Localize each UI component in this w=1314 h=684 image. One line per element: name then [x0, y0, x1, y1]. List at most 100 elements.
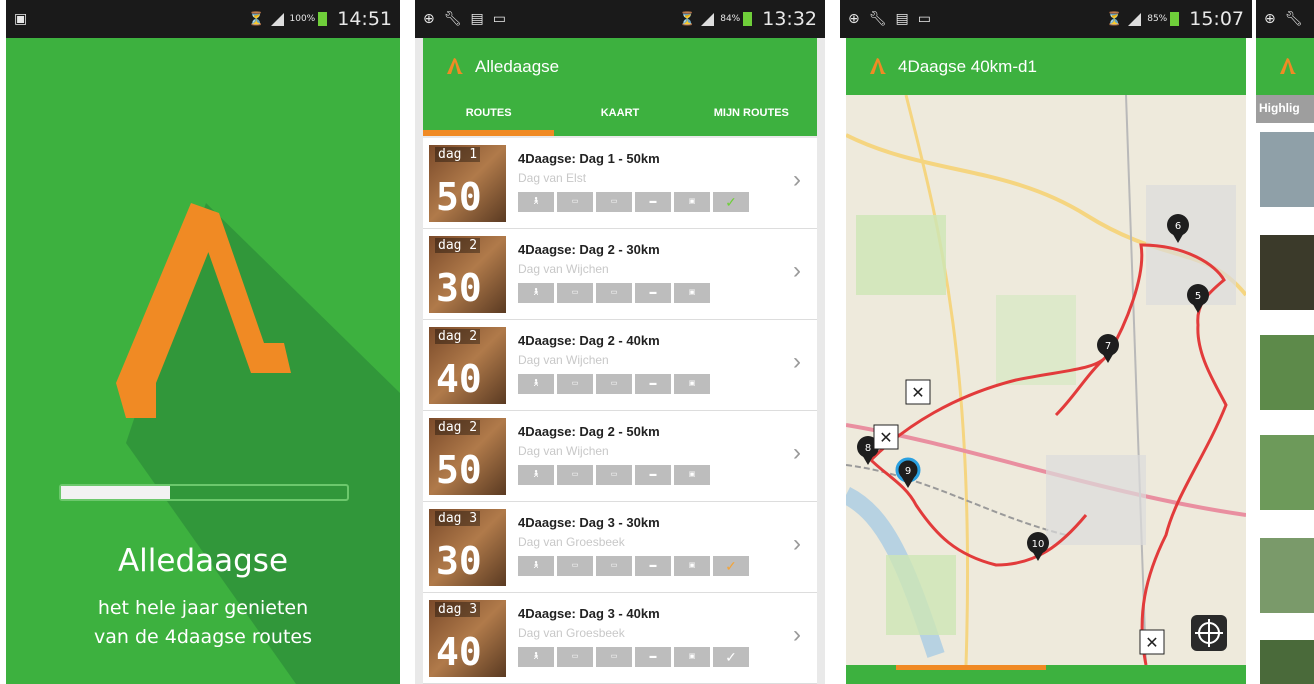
wrench-icon: 🔧︎	[868, 11, 887, 27]
chevron-right-icon: ›	[793, 257, 801, 284]
route-info-chips: 🚶︎ ▭ ▭ ▬ ▣ ✓	[518, 192, 749, 212]
tab-kaart[interactable]: KAART	[554, 95, 685, 136]
image-icon: ▭	[492, 11, 506, 27]
battery-percent: 100%	[289, 14, 316, 24]
highlight-thumbnail[interactable]	[1260, 335, 1314, 410]
transport-icon: ▣	[674, 647, 710, 667]
distance-chip: ▭	[557, 647, 593, 667]
walker-icon: 🚶︎	[518, 374, 554, 394]
status-time: 13:32	[762, 8, 817, 30]
walker-icon: 🚶︎	[518, 647, 554, 667]
routes-screen: ⊕ 🔧︎ ▤ ▭ ⏳ 84% 13:32 Alledaagse ROUTES K…	[415, 0, 825, 684]
app-bar: 4Daagse 40km-d1	[846, 38, 1246, 95]
terrain-icon: ▬	[635, 465, 671, 485]
completed-check-icon: ✓	[713, 192, 749, 212]
highlights-header: Highlig	[1256, 95, 1314, 123]
highlights-screen: ⊕ 🔧︎ Highlig	[1256, 0, 1314, 684]
tab-routes[interactable]: ROUTES	[423, 95, 555, 136]
status-bar: ▣ ⏳ 100% 14:51	[6, 0, 400, 38]
distance-chip: ▭	[557, 192, 593, 212]
thumb-km-label: 50	[436, 448, 482, 492]
file-icon: ▤	[470, 11, 484, 27]
status-time: 15:07	[1189, 8, 1244, 30]
duration-chip: ▭	[596, 647, 632, 667]
status-bar: ⊕ 🔧︎	[1256, 0, 1314, 38]
signal-icon	[1128, 12, 1142, 26]
chevron-right-icon: ›	[793, 530, 801, 557]
battery-percent: 85%	[1147, 14, 1168, 24]
status-time: 14:51	[337, 8, 392, 30]
route-list-item[interactable]: dag 3 30 4Daagse: Dag 3 - 30km Dag van G…	[423, 502, 817, 593]
route-title: 4Daagse: Dag 2 - 30km	[518, 242, 660, 257]
terrain-icon: ▬	[635, 192, 671, 212]
thumb-day-label: dag 3	[435, 511, 481, 526]
transport-icon: ▣	[674, 465, 710, 485]
highlight-thumbnail[interactable]	[1260, 538, 1314, 613]
app-logo-icon	[870, 57, 886, 74]
svg-text:5: 5	[1195, 291, 1201, 302]
map-canvas[interactable]: 5 6 7 8 9 10 ✕ ✕ ✕	[846, 95, 1246, 665]
route-info-chips: 🚶︎ ▭ ▭ ▬ ▣	[518, 374, 710, 394]
tab-mijn-routes[interactable]: MIJN ROUTES	[686, 95, 817, 136]
alarm-icon: ⏳	[248, 11, 265, 27]
highlight-thumbnail[interactable]	[1260, 640, 1314, 684]
thumb-day-label: dag 2	[435, 420, 481, 435]
battery-percent: 84%	[720, 14, 741, 24]
image-icon: ▭	[917, 11, 931, 27]
battery-icon	[1170, 12, 1180, 26]
route-map[interactable]: 5 6 7 8 9 10 ✕ ✕ ✕	[846, 95, 1246, 665]
battery-icon	[318, 12, 328, 26]
duration-chip: ▭	[596, 556, 632, 576]
route-info-chips: 🚶︎ ▭ ▭ ▬ ▣ ✓	[518, 556, 749, 576]
route-subtitle: Dag van Wijchen	[518, 262, 609, 276]
highlight-thumbnail[interactable]	[1260, 132, 1314, 207]
thumb-km-label: 30	[436, 266, 482, 310]
route-list-item[interactable]: dag 1 50 4Daagse: Dag 1 - 50km Dag van E…	[423, 138, 817, 229]
walker-icon: 🚶︎	[518, 192, 554, 212]
tagline-line-1: het hele jaar genieten	[97, 597, 309, 619]
distance-chip: ▭	[557, 556, 593, 576]
signal-icon	[270, 12, 284, 26]
distance-chip: ▭	[557, 465, 593, 485]
route-thumbnail: dag 1 50	[429, 145, 506, 222]
app-bar-title: 4Daagse 40km-d1	[898, 56, 1037, 76]
map-progress-indicator	[896, 665, 1046, 670]
completed-check-icon: ✓	[713, 556, 749, 576]
route-list-item[interactable]: dag 3 40 4Daagse: Dag 3 - 40km Dag van G…	[423, 593, 817, 684]
route-list-item[interactable]: dag 2 50 4Daagse: Dag 2 - 50km Dag van W…	[423, 411, 817, 502]
route-title: 4Daagse: Dag 3 - 40km	[518, 606, 660, 621]
thumb-day-label: dag 2	[435, 238, 481, 253]
route-subtitle: Dag van Groesbeek	[518, 535, 625, 549]
status-bar: ⊕ 🔧︎ ▤ ▭ ⏳ 85% 15:07	[840, 0, 1252, 38]
terrain-icon: ▬	[635, 374, 671, 394]
status-bar: ⊕ 🔧︎ ▤ ▭ ⏳ 84% 13:32	[415, 0, 825, 38]
route-subtitle: Dag van Wijchen	[518, 353, 609, 367]
highlight-thumbnail[interactable]	[1260, 235, 1314, 310]
app-title: Alledaagse	[117, 543, 289, 579]
route-info-chips: 🚶︎ ▭ ▭ ▬ ▣	[518, 465, 710, 485]
route-info-chips: 🚶︎ ▭ ▭ ▬ ▣	[518, 283, 710, 303]
thumb-day-label: dag 1	[435, 147, 481, 162]
route-title: 4Daagse: Dag 2 - 50km	[518, 424, 660, 439]
route-list-item[interactable]: dag 2 40 4Daagse: Dag 2 - 40km Dag van W…	[423, 320, 817, 411]
walker-icon: 🚶︎	[518, 283, 554, 303]
route-list-item[interactable]: dag 2 30 4Daagse: Dag 2 - 30km Dag van W…	[423, 229, 817, 320]
walker-icon: 🚶︎	[518, 556, 554, 576]
gps-icon: ⊕	[848, 11, 860, 27]
route-title: 4Daagse: Dag 3 - 30km	[518, 515, 660, 530]
gps-icon: ⊕	[1264, 11, 1276, 27]
route-subtitle: Dag van Elst	[518, 171, 587, 185]
map-bottom-bar	[846, 665, 1246, 684]
app-bar: Alledaagse	[423, 38, 817, 95]
highlight-thumbnail[interactable]	[1260, 435, 1314, 510]
route-thumbnail: dag 3 30	[429, 509, 506, 586]
map-screen: ⊕ 🔧︎ ▤ ▭ ⏳ 85% 15:07 4Daagse 40km-d1 5 6…	[840, 0, 1252, 684]
gps-icon: ⊕	[423, 11, 435, 27]
transport-icon: ▣	[674, 556, 710, 576]
transport-icon: ▣	[674, 374, 710, 394]
route-thumbnail: dag 2 40	[429, 327, 506, 404]
svg-text:✕: ✕	[879, 428, 892, 447]
transport-icon: ▣	[674, 283, 710, 303]
thumb-km-label: 50	[436, 175, 482, 219]
terrain-icon: ▬	[635, 556, 671, 576]
